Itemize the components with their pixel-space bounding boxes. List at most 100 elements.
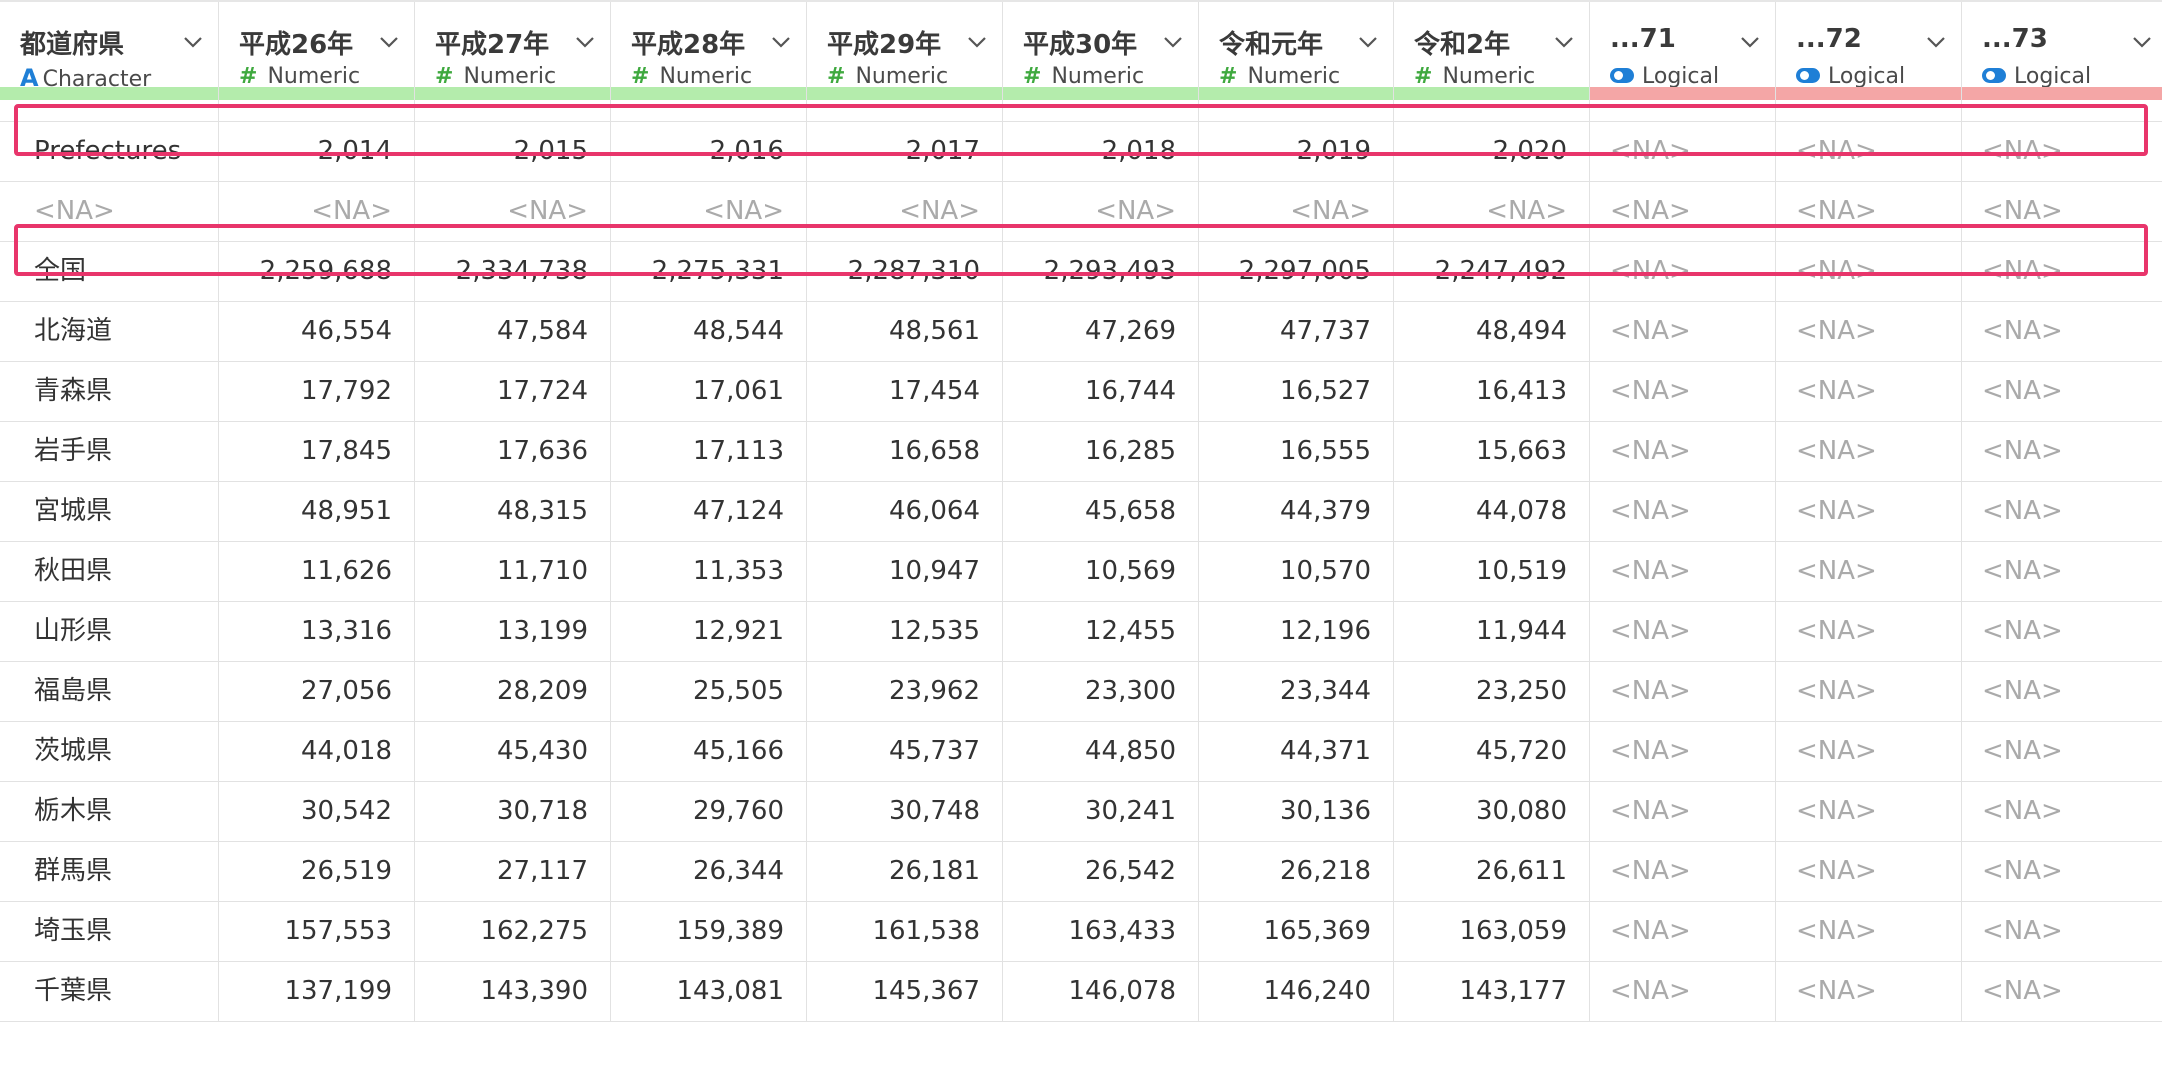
table-cell[interactable]: 12,535 — [807, 602, 1003, 662]
table-cell[interactable]: 143,177 — [1394, 962, 1590, 1022]
table-cell[interactable]: <NA> — [1776, 302, 1962, 362]
table-cell[interactable]: <NA> — [0, 182, 219, 242]
column-header[interactable]: ...72 Logical — [1776, 2, 1962, 100]
table-cell[interactable]: 30,136 — [1199, 782, 1394, 842]
table-cell[interactable]: <NA> — [1776, 182, 1962, 242]
table-cell[interactable]: 23,344 — [1199, 662, 1394, 722]
table-cell[interactable]: <NA> — [1962, 902, 2162, 962]
table-cell[interactable]: 16,413 — [1394, 362, 1590, 422]
table-cell[interactable]: 143,390 — [415, 962, 611, 1022]
table-cell[interactable]: <NA> — [1776, 662, 1962, 722]
table-cell[interactable]: <NA> — [1590, 662, 1776, 722]
table-cell[interactable]: 48,951 — [219, 482, 415, 542]
table-cell[interactable]: <NA> — [1590, 842, 1776, 902]
table-cell[interactable]: 23,250 — [1394, 662, 1590, 722]
table-cell[interactable]: <NA> — [1590, 782, 1776, 842]
table-cell[interactable]: <NA> — [1590, 422, 1776, 482]
table-cell[interactable]: <NA> — [1590, 362, 1776, 422]
table-cell[interactable]: 47,269 — [1003, 302, 1199, 362]
table-cell[interactable]: <NA> — [1776, 362, 1962, 422]
table-cell[interactable]: <NA> — [1962, 842, 2162, 902]
table-cell[interactable]: <NA> — [1590, 542, 1776, 602]
table-cell[interactable]: 163,433 — [1003, 902, 1199, 962]
table-cell[interactable]: 163,059 — [1394, 902, 1590, 962]
table-cell[interactable]: 48,315 — [415, 482, 611, 542]
chevron-down-icon[interactable] — [1739, 34, 1761, 50]
table-cell[interactable]: 30,080 — [1394, 782, 1590, 842]
column-header[interactable]: 都道府県 A Character — [0, 2, 219, 100]
table-cell[interactable]: 12,455 — [1003, 602, 1199, 662]
table-cell[interactable]: 11,353 — [611, 542, 807, 602]
table-cell[interactable]: 栃木県 — [0, 782, 219, 842]
chevron-down-icon[interactable] — [2131, 34, 2153, 50]
table-cell[interactable]: 16,285 — [1003, 422, 1199, 482]
table-cell[interactable]: 162,275 — [415, 902, 611, 962]
table-cell[interactable]: <NA> — [1776, 842, 1962, 902]
table-cell[interactable]: 25,505 — [611, 662, 807, 722]
table-cell[interactable]: 44,850 — [1003, 722, 1199, 782]
table-cell[interactable]: 全国 — [0, 242, 219, 302]
table-cell[interactable]: <NA> — [1962, 122, 2162, 182]
table-cell[interactable]: 45,737 — [807, 722, 1003, 782]
table-cell[interactable]: 青森県 — [0, 362, 219, 422]
table-cell[interactable]: 2,019 — [1199, 122, 1394, 182]
table-cell[interactable]: 宮城県 — [0, 482, 219, 542]
chevron-down-icon[interactable] — [1553, 34, 1575, 50]
column-header[interactable]: 平成26年 # Numeric — [219, 2, 415, 100]
table-cell[interactable]: <NA> — [1590, 122, 1776, 182]
table-cell[interactable]: 165,369 — [1199, 902, 1394, 962]
table-cell[interactable]: <NA> — [1962, 602, 2162, 662]
column-header[interactable]: 令和2年 # Numeric — [1394, 2, 1590, 100]
table-cell[interactable]: 27,117 — [415, 842, 611, 902]
table-cell[interactable]: 29,760 — [611, 782, 807, 842]
table-cell[interactable]: 17,454 — [807, 362, 1003, 422]
table-cell[interactable]: 16,527 — [1199, 362, 1394, 422]
table-cell[interactable]: 26,218 — [1199, 842, 1394, 902]
table-cell[interactable]: 30,748 — [807, 782, 1003, 842]
column-header[interactable]: 平成28年 # Numeric — [611, 2, 807, 100]
table-cell[interactable]: 30,718 — [415, 782, 611, 842]
table-cell[interactable]: <NA> — [1003, 182, 1199, 242]
chevron-down-icon[interactable] — [182, 34, 204, 50]
table-cell[interactable]: 17,636 — [415, 422, 611, 482]
table-cell[interactable]: <NA> — [1394, 182, 1590, 242]
table-cell[interactable]: 48,544 — [611, 302, 807, 362]
table-cell[interactable]: 146,078 — [1003, 962, 1199, 1022]
column-header[interactable]: ...73 Logical — [1962, 2, 2162, 100]
table-cell[interactable]: <NA> — [415, 182, 611, 242]
chevron-down-icon[interactable] — [1925, 34, 1947, 50]
table-cell[interactable]: <NA> — [1962, 482, 2162, 542]
table-cell[interactable]: <NA> — [1590, 902, 1776, 962]
table-cell[interactable]: 12,921 — [611, 602, 807, 662]
table-cell[interactable]: 137,199 — [219, 962, 415, 1022]
chevron-down-icon[interactable] — [378, 34, 400, 50]
table-cell[interactable]: <NA> — [1776, 122, 1962, 182]
table-cell[interactable]: 26,611 — [1394, 842, 1590, 902]
table-cell[interactable]: 2,016 — [611, 122, 807, 182]
table-cell[interactable]: 16,555 — [1199, 422, 1394, 482]
table-cell[interactable]: <NA> — [1962, 242, 2162, 302]
table-cell[interactable]: 26,519 — [219, 842, 415, 902]
table-cell[interactable]: 岩手県 — [0, 422, 219, 482]
table-cell[interactable]: 23,300 — [1003, 662, 1199, 722]
table-cell[interactable]: 2,018 — [1003, 122, 1199, 182]
table-cell[interactable]: <NA> — [1962, 962, 2162, 1022]
table-cell[interactable]: 145,367 — [807, 962, 1003, 1022]
table-cell[interactable]: 48,561 — [807, 302, 1003, 362]
chevron-down-icon[interactable] — [770, 34, 792, 50]
table-cell[interactable]: <NA> — [1590, 482, 1776, 542]
table-cell[interactable]: 茨城県 — [0, 722, 219, 782]
table-cell[interactable]: 2,287,310 — [807, 242, 1003, 302]
table-cell[interactable]: 12,196 — [1199, 602, 1394, 662]
column-header[interactable]: 平成29年 # Numeric — [807, 2, 1003, 100]
table-cell[interactable]: <NA> — [1962, 302, 2162, 362]
table-cell[interactable]: 143,081 — [611, 962, 807, 1022]
table-cell[interactable]: 10,570 — [1199, 542, 1394, 602]
table-cell[interactable]: 10,569 — [1003, 542, 1199, 602]
table-cell[interactable]: 山形県 — [0, 602, 219, 662]
table-cell[interactable]: 17,724 — [415, 362, 611, 422]
table-cell[interactable]: <NA> — [1590, 182, 1776, 242]
table-cell[interactable]: 48,494 — [1394, 302, 1590, 362]
table-cell[interactable]: 16,658 — [807, 422, 1003, 482]
table-cell[interactable]: 26,542 — [1003, 842, 1199, 902]
